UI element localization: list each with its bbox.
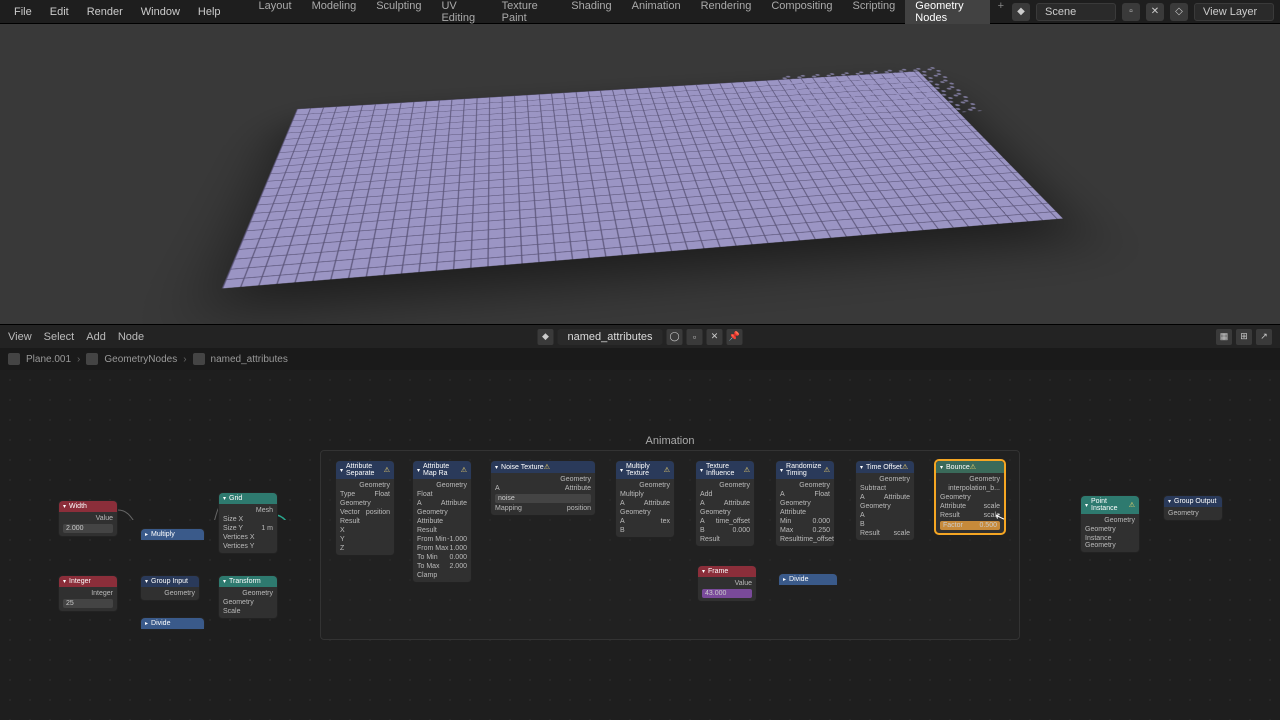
node-tex-inf-header[interactable]: ▾Texture Influence⚠	[696, 461, 754, 479]
breadcrumb-object[interactable]: Plane.001	[26, 354, 71, 365]
modifier-icon	[86, 353, 98, 365]
node-graph-area[interactable]: Animation ▾Width Value 2.000 ▾Integer In…	[0, 370, 1280, 720]
node-transform-header[interactable]: ▾Transform	[219, 576, 277, 587]
node-divide-2[interactable]: ▸Divide	[778, 573, 838, 586]
node-divide[interactable]: ▸Divide	[140, 617, 205, 630]
fake-user-icon[interactable]: ▫	[687, 329, 703, 345]
scene-delete-icon[interactable]: ✕	[1146, 3, 1164, 21]
menu-help[interactable]: Help	[190, 3, 229, 21]
node-menu-view[interactable]: View	[8, 331, 32, 343]
warning-icon: ⚠	[744, 466, 750, 474]
warning-icon: ⚠	[461, 466, 467, 474]
node-bounce[interactable]: ▾Bounce⚠ Geometry interpolation_b... Geo…	[935, 460, 1005, 534]
layer-browse-icon[interactable]: ◇	[1170, 3, 1188, 21]
scene-new-icon[interactable]: ▫	[1122, 3, 1140, 21]
node-integer[interactable]: ▾Integer Integer 25	[58, 575, 118, 612]
menu-file[interactable]: File	[6, 3, 40, 21]
node-frame-header[interactable]: ▾Frame	[698, 566, 756, 577]
node-integer-header[interactable]: ▾Integer	[59, 576, 117, 587]
width-value[interactable]: 2.000	[63, 524, 113, 533]
warning-icon: ⚠	[384, 466, 390, 474]
scattered-instances	[779, 66, 985, 122]
node-group-output[interactable]: ▾Group Output Geometry	[1163, 495, 1223, 521]
node-noise-texture[interactable]: ▾Noise Texture⚠ Geometry AAttribute nois…	[490, 460, 596, 516]
node-menu-add[interactable]: Add	[86, 331, 106, 343]
node-tree-selector: ◆ named_attributes ◯ ▫ ✕ 📌	[538, 329, 743, 345]
warning-icon: ⚠	[1129, 501, 1135, 509]
node-group-input[interactable]: ▾Group Input Geometry	[140, 575, 200, 601]
arrow-icon[interactable]: ↗	[1256, 329, 1272, 345]
grid-plane	[222, 71, 1063, 288]
grid-mesh-preview	[222, 71, 1063, 288]
object-icon	[8, 353, 20, 365]
node-multiply-texture[interactable]: ▾Multiply Texture⚠ Geometry Multiply AAt…	[615, 460, 675, 538]
node-tree-name[interactable]: named_attributes	[558, 329, 663, 345]
node-header-right: ▦ ⊞ ↗	[1216, 329, 1272, 345]
warning-icon: ⚠	[664, 466, 670, 474]
node-point-instance[interactable]: ▾Point Instance⚠ Geometry Geometry Insta…	[1080, 495, 1140, 553]
menu-window[interactable]: Window	[133, 3, 188, 21]
node-width[interactable]: ▾Width Value 2.000	[58, 500, 118, 537]
bounce-factor[interactable]: Factor 0.500	[940, 521, 1000, 530]
node-divide2-header[interactable]: ▸Divide	[779, 574, 837, 585]
node-rand-time-header[interactable]: ▾Randomize Timing⚠	[776, 461, 834, 479]
breadcrumb-group[interactable]: named_attributes	[211, 354, 288, 365]
top-right-controls: ◆ Scene ▫ ✕ ◇ View Layer	[1012, 3, 1274, 21]
frame-title: Animation	[646, 435, 695, 447]
node-attribute-separate[interactable]: ▾Attribute Separate⚠ Geometry TypeFloat …	[335, 460, 395, 556]
node-randomize-timing[interactable]: ▾Randomize Timing⚠ Geometry AFloat Geome…	[775, 460, 835, 547]
viewport-3d[interactable]	[0, 24, 1280, 324]
frame-value[interactable]: 43.000	[702, 589, 752, 598]
menu-edit[interactable]: Edit	[42, 3, 77, 21]
warning-icon: ⚠	[902, 463, 908, 471]
noise-result-field[interactable]: noise	[495, 494, 591, 503]
overlay-icon[interactable]: ▦	[1216, 329, 1232, 345]
tree-browse-icon[interactable]: ◆	[538, 329, 554, 345]
node-noise-header[interactable]: ▾Noise Texture⚠	[491, 461, 595, 473]
integer-value[interactable]: 25	[63, 599, 113, 608]
node-grid[interactable]: ▾Grid Mesh Size X Size Y1 m Vertices X V…	[218, 492, 278, 554]
node-attr-map-header[interactable]: ▾Attribute Map Ra⚠	[413, 461, 471, 479]
scene-name-input[interactable]: Scene	[1036, 3, 1116, 21]
node-time-off-header[interactable]: ▾Time Offset⚠	[856, 461, 914, 473]
nodetree-icon	[193, 353, 205, 365]
node-divide-header[interactable]: ▸Divide	[141, 618, 204, 629]
node-multiply-header[interactable]: ▸Multiply	[141, 529, 204, 540]
node-mult-tex-header[interactable]: ▾Multiply Texture⚠	[616, 461, 674, 479]
top-menu-bar: File Edit Render Window Help Layout Mode…	[0, 0, 1280, 24]
node-texture-influence[interactable]: ▾Texture Influence⚠ Geometry Add AAttrib…	[695, 460, 755, 547]
node-group-input-header[interactable]: ▾Group Input	[141, 576, 199, 587]
main-menu: File Edit Render Window Help	[6, 3, 229, 21]
chevron-right-icon: ›	[183, 354, 186, 365]
node-time-offset[interactable]: ▾Time Offset⚠ Geometry Subtract AAttribu…	[855, 460, 915, 541]
warning-icon: ⚠	[544, 463, 550, 471]
node-multiply[interactable]: ▸Multiply	[140, 528, 205, 541]
node-transform[interactable]: ▾Transform Geometry Geometry Scale	[218, 575, 278, 619]
node-menu-select[interactable]: Select	[44, 331, 75, 343]
node-editor-header: View Select Add Node ◆ named_attributes …	[0, 324, 1280, 348]
menu-render[interactable]: Render	[79, 3, 131, 21]
node-width-header[interactable]: ▾Width	[59, 501, 117, 512]
node-bounce-header[interactable]: ▾Bounce⚠	[936, 461, 1004, 473]
chevron-right-icon: ›	[77, 354, 80, 365]
node-point-instance-header[interactable]: ▾Point Instance⚠	[1081, 496, 1139, 514]
node-menu-node[interactable]: Node	[118, 331, 144, 343]
close-icon[interactable]: ✕	[707, 329, 723, 345]
node-attr-sep-header[interactable]: ▾Attribute Separate⚠	[336, 461, 394, 479]
node-group-output-header[interactable]: ▾Group Output	[1164, 496, 1222, 507]
view-layer-input[interactable]: View Layer	[1194, 3, 1274, 21]
scene-browse-icon[interactable]: ◆	[1012, 3, 1030, 21]
node-frame-value[interactable]: ▾Frame Value 43.000	[697, 565, 757, 602]
shield-icon[interactable]: ◯	[667, 329, 683, 345]
warning-icon: ⚠	[970, 463, 976, 471]
snap-icon[interactable]: ⊞	[1236, 329, 1252, 345]
breadcrumb: Plane.001 › GeometryNodes › named_attrib…	[0, 348, 1280, 370]
pin-icon[interactable]: 📌	[727, 329, 743, 345]
node-grid-header[interactable]: ▾Grid	[219, 493, 277, 504]
node-attribute-map-range[interactable]: ▾Attribute Map Ra⚠ Geometry Float AAttri…	[412, 460, 472, 583]
breadcrumb-modifier[interactable]: GeometryNodes	[104, 354, 177, 365]
warning-icon: ⚠	[824, 466, 830, 474]
